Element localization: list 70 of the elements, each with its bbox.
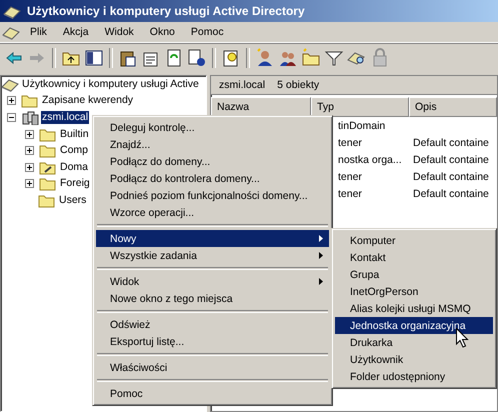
menu-item[interactable]: Kontakt [335,249,493,266]
tree-item[interactable]: Zapisane kwerendy [41,94,134,108]
table-cell-text: tener [337,188,363,200]
expand-icon[interactable] [25,179,34,188]
menu-item[interactable]: Wszystkie zadania [96,247,329,264]
expand-icon[interactable] [25,146,34,156]
location-label: zsmi.local [219,79,266,91]
tree-item[interactable]: Users [58,194,88,207]
table-cell-text: tener [337,136,363,148]
table-cell-text: nostka orga... [337,154,403,166]
menu-item[interactable]: Okno [142,26,183,38]
folder-icon[interactable] [301,48,321,68]
folder-icon [39,143,57,158]
menu-item[interactable]: Grupa [335,266,493,283]
book-icon[interactable] [2,24,20,40]
menu-item[interactable]: Znajdź... [96,136,329,153]
folder-icon [21,93,39,108]
book-icon [3,4,21,18]
menu-item[interactable]: Widok [96,26,142,38]
window-title: Użytkownicy i komputery usługi Active Directory [27,4,305,18]
table-cell-text: Default containe [412,136,490,148]
menu-item[interactable]: Pomoc [182,26,232,38]
table-cell-text: Default containe [412,188,490,200]
menu-item[interactable]: Deleguj kontrolę... [96,119,329,136]
expand-icon[interactable] [25,162,34,172]
expand-icon[interactable] [25,130,34,139]
server-icon [21,110,39,125]
menu-item[interactable]: InetOrgPerson [335,283,493,300]
object-count: 5 obiekty [277,79,320,91]
menu-item[interactable]: Alias kolejki usługi MSMQ [335,300,493,317]
user-icon[interactable] [255,48,275,68]
menu-item[interactable]: Odśwież [96,316,329,333]
table-cell-text: Default containe [412,170,490,182]
expand-icon[interactable] [7,96,16,106]
folder-icon [39,176,57,192]
tree-item[interactable]: Użytkownicy i komputery usługi Active [21,78,200,91]
menu-item[interactable]: Podłącz do kontrolera domeny... [96,170,329,187]
menu-item[interactable]: Folder udostępniony [335,368,493,385]
menu-item[interactable]: Eksportuj listę... [96,333,329,350]
column-header[interactable]: Nazwa [211,97,311,117]
menu-item[interactable]: Widok [96,273,329,290]
menu-item[interactable]: Właściwości [96,359,329,376]
table-cell-text: Default containe [412,154,490,166]
collapse-icon[interactable] [7,112,16,122]
menu-item[interactable]: Użytkownik [335,351,493,368]
menu-item[interactable]: Pomoc [96,385,329,402]
menu-item[interactable]: Komputer [335,232,493,249]
folder-icon [39,160,57,175]
menu-item[interactable]: Akcja [54,26,97,38]
tree-item[interactable]: Comp [59,144,90,158]
column-header[interactable]: Opis [409,97,497,117]
panel-icon[interactable] [84,48,104,68]
tree-item[interactable]: zsmi.local [41,110,90,124]
table-cell-text: tener [337,170,363,182]
tree-item[interactable]: Builtin [59,128,90,141]
menu-item[interactable]: Podłącz do domeny... [96,153,329,170]
column-header[interactable]: Typ [311,97,409,117]
table-cell-text: tinDomain [337,120,386,132]
menu-item[interactable]: Jednostka organizacyjna [335,317,493,334]
tree-item[interactable]: Foreig [59,177,91,190]
menu-item[interactable]: Drukarka [335,334,493,351]
tree-item[interactable]: Doma [59,160,90,174]
menu-item[interactable]: Wzorce operacji... [96,204,329,221]
folder-icon [39,126,57,142]
folder-icon [38,192,56,208]
export-icon[interactable] [187,48,207,68]
menu-item[interactable]: Podnieś poziom funkcjonalności domeny... [96,187,329,204]
menu-item[interactable]: Nowe okno z tego miejsca [96,290,329,307]
menu-item[interactable]: Plik [22,26,55,38]
menu-item[interactable]: Nowy [96,230,329,247]
